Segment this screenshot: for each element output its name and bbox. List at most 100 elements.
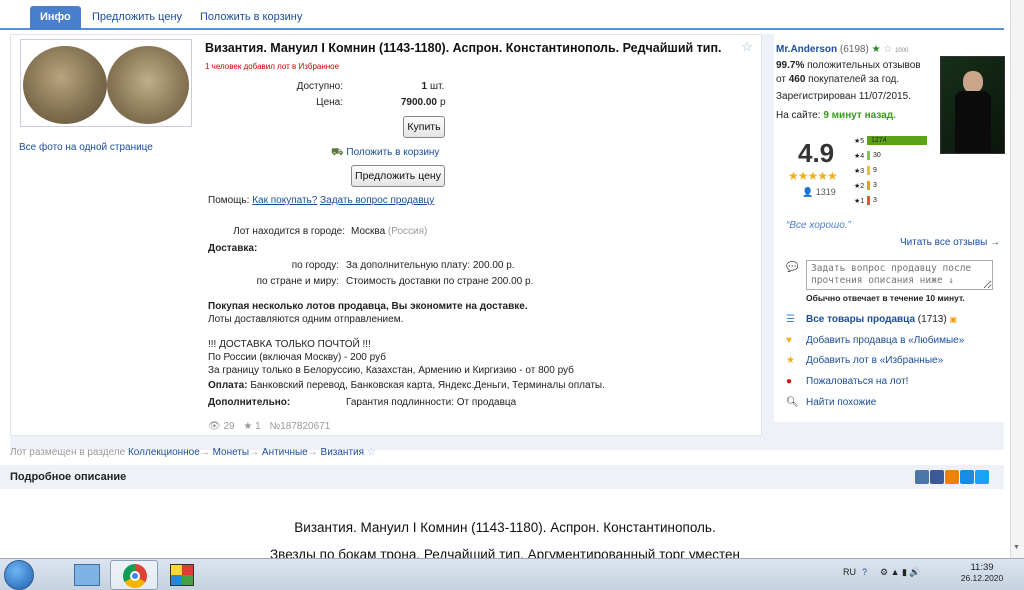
breadcrumb-item-antique[interactable]: Античные — [262, 447, 308, 458]
all-goods-link[interactable]: Все товары продавца (1713) ▣ — [806, 314, 957, 325]
add-lot-favorites-link[interactable]: Добавить лот в «Избранные» — [806, 355, 943, 366]
post-russia-note: По России (включая Москву) - 200 руб — [208, 352, 386, 363]
read-reviews-link[interactable]: Читать все отзывы → — [900, 237, 1000, 248]
chat-icon: 💬 — [786, 262, 799, 273]
add-to-cart-link[interactable]: ⛟ Положить в корзину — [331, 147, 439, 160]
tab-make-offer[interactable]: Предложить цену — [92, 6, 182, 30]
description-line-2: Звезды по бокам трона. Редчайший тип. Ар… — [270, 547, 740, 558]
positive-text: положительных отзывов — [807, 60, 921, 71]
lot-meta: 👁 29 ★ 1 №187820671 — [208, 421, 330, 432]
available-label: Доступно: — [296, 81, 343, 92]
breadcrumb-item-byzantium[interactable]: Византия — [321, 447, 365, 458]
seller-name[interactable]: Mr.Anderson — [776, 44, 837, 55]
breadcrumb-item-collectibles[interactable]: Коллекционное — [128, 447, 200, 458]
lot-main-panel: Все фото на одной странице Византия. Ман… — [10, 34, 1005, 450]
tab-info[interactable]: Инфо — [30, 6, 81, 30]
bundle-savings-text: Лоты доставляются одним отправлением. — [208, 314, 404, 325]
lot-photo[interactable] — [20, 39, 192, 127]
add-to-cart-label[interactable]: Положить в корзину — [346, 147, 439, 158]
ask-seller-input[interactable] — [806, 260, 993, 290]
description-title: Подробное описание — [10, 471, 127, 483]
all-goods-label[interactable]: Все товары продавца — [806, 314, 915, 325]
find-similar-link[interactable]: Найти похожие — [806, 397, 876, 408]
share-mail-icon[interactable] — [960, 470, 974, 484]
price-unit: р — [440, 97, 446, 108]
city-value: Москва (Россия) — [351, 226, 427, 237]
all-goods-count: (1713) — [917, 314, 947, 325]
page-scrollbar[interactable]: ▼ — [1010, 0, 1024, 558]
taskbar-app-paint[interactable] — [64, 560, 112, 590]
available-unit: шт. — [430, 81, 445, 92]
coin-reverse-image — [107, 46, 189, 124]
rating-bar-stars: ★1 — [854, 198, 865, 205]
taskbar-app-chrome[interactable] — [110, 560, 158, 590]
search-icon: 🔍︎ — [786, 397, 799, 408]
price-label: Цена: — [316, 97, 343, 108]
all-photos-link[interactable]: Все фото на одной странице — [19, 142, 153, 153]
lot-info-box: Все фото на одной странице Византия. Ман… — [10, 34, 762, 436]
share-ok-icon[interactable] — [945, 470, 959, 484]
seller-registered: Зарегистрирован 11/07/2015. — [776, 91, 911, 102]
buy-button[interactable]: Купить — [403, 116, 445, 138]
rating-bar — [867, 151, 870, 160]
rating-bar-stars: ★2 — [854, 183, 865, 190]
heart-icon: ♥ — [786, 335, 792, 346]
help-tray-icon[interactable]: ? — [862, 567, 867, 577]
clock[interactable]: 11:39 26.12.2020 — [960, 562, 1004, 583]
views-icon: 👁 — [208, 421, 221, 432]
seller-online: На сайте: 9 минут назад. — [776, 110, 896, 121]
votes-count: 1319 — [815, 187, 836, 197]
country-name: (Россия) — [387, 226, 428, 237]
language-indicator[interactable]: RU — [843, 567, 856, 577]
list-icon: ☰ — [786, 314, 795, 325]
scroll-down-icon[interactable]: ▼ — [1013, 544, 1020, 551]
city-delivery-label: по городу: — [291, 260, 339, 271]
payment-row: Оплата: Банковский перевод, Банковская к… — [208, 380, 605, 391]
world-delivery-label: по стране и миру: — [256, 276, 339, 287]
breadcrumb-arrow: → — [199, 447, 210, 458]
taskbar-app-cube[interactable] — [158, 560, 206, 590]
post-abroad-note: За границу только в Белоруссию, Казахста… — [208, 365, 574, 376]
score-stars-icon: ★★★★★ — [788, 169, 838, 183]
share-f-icon[interactable] — [930, 470, 944, 484]
tab-add-to-cart[interactable]: Положить в корзину — [200, 6, 302, 30]
start-button[interactable] — [4, 560, 34, 590]
lot-title: Византия. Мануил I Комнин (1143-1180). А… — [205, 41, 722, 55]
complain-link[interactable]: Пожаловаться на лот! — [806, 376, 908, 387]
ask-seller-link[interactable]: Задать вопрос продавцу — [320, 195, 434, 206]
add-seller-favorites-link[interactable]: Добавить продавца в «Любимые» — [806, 335, 964, 346]
cart-icon: ⛟ — [331, 147, 344, 158]
lot-number: №187820671 — [269, 421, 331, 432]
breadcrumb-star-icon[interactable]: ☆ — [367, 447, 376, 458]
price-value: 7900.00 — [400, 97, 437, 108]
help-row: Помощь: Как покупать? Задать вопрос прод… — [208, 195, 434, 206]
extra-value: Гарантия подлинности: От продавца — [346, 397, 517, 408]
make-offer-button[interactable]: Предложить цену — [351, 165, 445, 187]
post-only-note: !!! ДОСТАВКА ТОЛЬКО ПОЧТОЙ !!! — [208, 339, 371, 350]
favorite-star-icon[interactable]: ☆ — [741, 39, 753, 55]
rating-bar-count: 3 — [873, 182, 877, 189]
views-count: 29 — [223, 421, 235, 432]
breadcrumb-prefix: Лот размещен в разделе — [10, 447, 126, 458]
rss-icon[interactable]: ▣ — [949, 315, 957, 324]
online-value: 9 минут назад. — [823, 110, 896, 121]
seller-rating-count: (6198) — [839, 44, 869, 55]
seller-avatar[interactable] — [940, 56, 1005, 154]
rating-bar-stars: ★5 — [854, 138, 865, 145]
share-tw-icon[interactable] — [975, 470, 989, 484]
seller-outline-star-icon: ☆ — [883, 44, 893, 55]
city-name: Москва — [351, 226, 386, 237]
payment-label: Оплата: — [208, 380, 248, 391]
tray-icons[interactable]: ⚙ ▲ ▮ 🔊 — [880, 567, 921, 578]
share-vk-icon[interactable] — [915, 470, 929, 484]
description-line-1: Византия. Мануил I Комнин (1143-1180). А… — [294, 520, 716, 535]
description-header: Подробное описание — [0, 465, 1004, 489]
clock-time: 11:39 — [970, 562, 994, 573]
bundle-savings-title: Покупая несколько лотов продавца, Вы эко… — [208, 301, 528, 312]
seller-score: 4.9 — [798, 138, 835, 168]
how-to-buy-link[interactable]: Как покупать? — [252, 195, 317, 206]
rating-bar-count: 30 — [873, 152, 881, 159]
breadcrumb-arrow: → — [307, 447, 318, 458]
rating-bar — [867, 181, 870, 190]
breadcrumb-item-coins[interactable]: Монеты — [213, 447, 250, 458]
